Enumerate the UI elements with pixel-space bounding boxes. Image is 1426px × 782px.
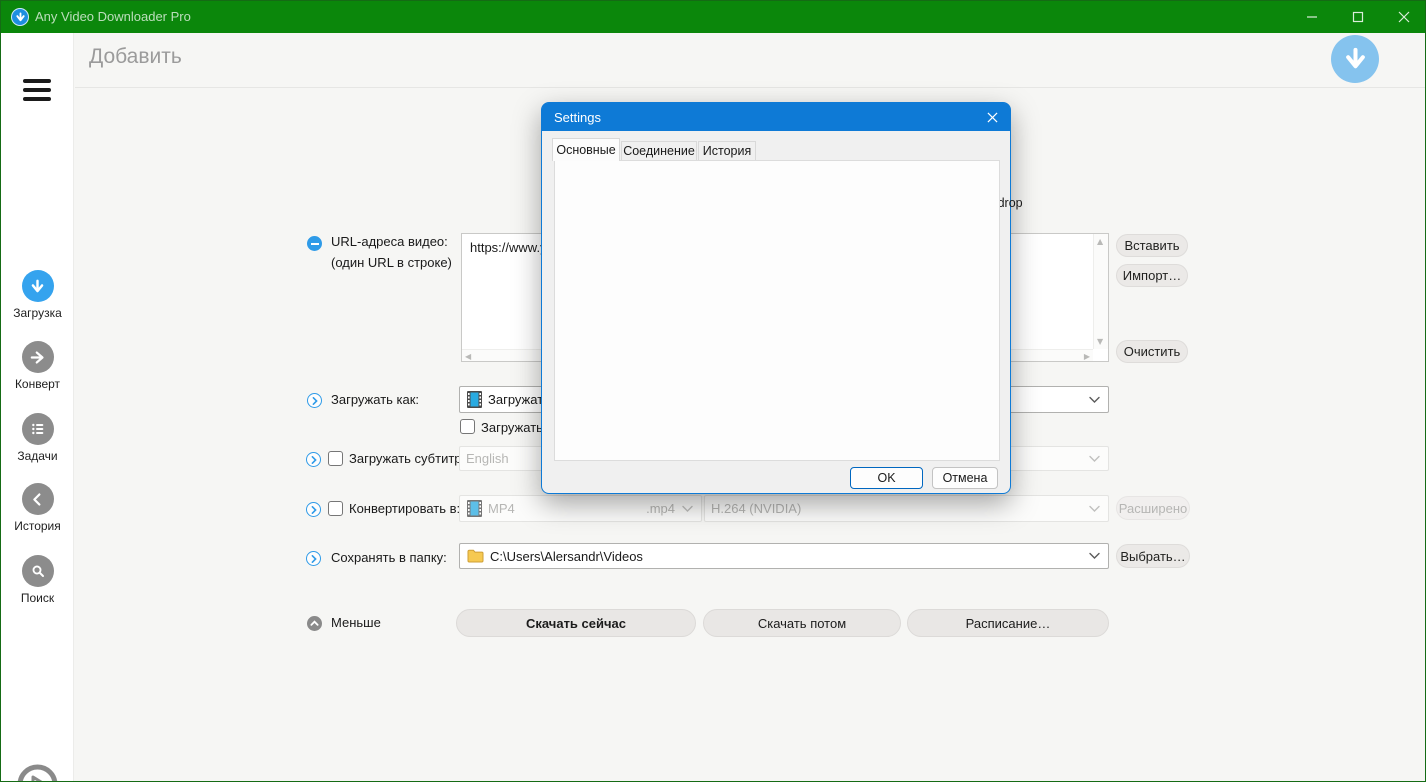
minimize-button[interactable] <box>1289 1 1335 33</box>
film-icon <box>467 391 482 408</box>
chevron-down-icon <box>1089 505 1100 512</box>
chevron-down-icon <box>682 505 693 512</box>
url-label: URL-адреса видео: <box>331 234 448 249</box>
advanced-button[interactable]: Расширено <box>1116 496 1190 520</box>
collapse-url-icon[interactable] <box>307 236 322 251</box>
download-now-button[interactable]: Скачать сейчас <box>456 609 696 637</box>
subtitles-checkbox[interactable] <box>328 451 343 466</box>
folder-icon <box>467 549 484 563</box>
ok-button[interactable]: OK <box>850 467 923 489</box>
savefolder-value: C:\Users\Alersandr\Videos <box>490 548 643 564</box>
sidebar-item-download[interactable]: Загрузка <box>1 270 74 320</box>
expand-savefolder-icon[interactable] <box>306 551 321 566</box>
app-window: Any Video Downloader Pro Загрузка Конвер… <box>0 0 1426 782</box>
sidebar-item-label: Конверт <box>14 377 61 391</box>
scroll-down-icon[interactable]: ▼ <box>1097 337 1103 346</box>
downloadas-label: Загружать как: <box>331 392 420 407</box>
format-combobox[interactable]: MP4 .mp4 <box>459 495 702 522</box>
maximize-button[interactable] <box>1335 1 1381 33</box>
sidebar-item-tasks[interactable]: Задачи <box>1 413 74 463</box>
savefolder-combobox[interactable]: C:\Users\Alersandr\Videos <box>459 543 1109 569</box>
scroll-up-icon[interactable]: ▲ <box>1097 237 1103 246</box>
scroll-right-icon[interactable]: ▶ <box>1084 352 1090 361</box>
chevron-down-icon <box>1089 396 1100 403</box>
app-logo-icon <box>11 8 29 26</box>
titlebar: Any Video Downloader Pro <box>1 1 1425 33</box>
tab-history[interactable]: История <box>698 141 756 161</box>
app-logo-large-icon <box>1331 35 1379 83</box>
convert-label: Конвертировать в: <box>349 501 461 516</box>
expand-convert-icon[interactable] <box>306 502 321 517</box>
sidebar-item-label: Поиск <box>20 591 55 605</box>
subtitles-value: English <box>466 451 509 466</box>
scroll-left-icon[interactable]: ◀ <box>465 352 471 361</box>
playlist-checkbox[interactable] <box>460 419 475 434</box>
download-icon <box>21 270 54 302</box>
window-title: Any Video Downloader Pro <box>35 9 191 24</box>
expand-subtitles-icon[interactable] <box>306 452 321 467</box>
schedule-button[interactable]: Расписание… <box>907 609 1109 637</box>
sidebar-item-label: Задачи <box>17 449 58 463</box>
dialog-close-icon[interactable] <box>980 106 1004 128</box>
browse-button[interactable]: Выбрать… <box>1116 544 1190 568</box>
less-label[interactable]: Меньше <box>331 615 381 630</box>
window-controls <box>1289 1 1425 33</box>
import-button[interactable]: Импорт… <box>1116 264 1188 287</box>
url-sublabel: (один URL в строке) <box>331 255 452 270</box>
search-icon <box>21 555 54 587</box>
film-icon <box>467 500 482 517</box>
format-value: MP4 <box>488 501 515 516</box>
sidebar: Загрузка Конверт Задачи История Поиск <box>1 33 74 781</box>
convert-icon <box>21 341 54 373</box>
header-divider <box>75 87 1425 88</box>
sidebar-item-search[interactable]: Поиск <box>1 555 74 605</box>
tab-general[interactable]: Основные <box>552 138 620 161</box>
history-icon <box>21 483 54 515</box>
clear-button[interactable]: Очистить <box>1116 340 1188 363</box>
menu-icon[interactable] <box>23 79 51 101</box>
chevron-down-icon <box>1089 455 1100 462</box>
download-later-button[interactable]: Скачать потом <box>703 609 901 637</box>
dialog-title: Settings <box>554 109 601 125</box>
tab-connection[interactable]: Соединение <box>621 141 697 161</box>
extension-value: .mp4 <box>646 501 675 516</box>
sidebar-item-label: Загрузка <box>13 306 62 320</box>
settings-dialog: Settings Основные Соединение История Уск… <box>541 102 1023 494</box>
savefolder-label: Сохранять в папку: <box>331 550 447 565</box>
sidebar-item-history[interactable]: История <box>1 483 74 533</box>
codec-value: H.264 (NVIDIA) <box>711 501 802 516</box>
dialog-titlebar: Settings <box>542 103 1010 131</box>
sidebar-item-convert[interactable]: Конверт <box>1 341 74 391</box>
tasks-icon <box>21 413 54 445</box>
convert-checkbox[interactable] <box>328 501 343 516</box>
page-title: Добавить <box>89 45 182 68</box>
codec-combobox[interactable]: H.264 (NVIDIA) <box>704 495 1109 522</box>
sidebar-item-label: История <box>14 519 61 533</box>
paste-button[interactable]: Вставить <box>1116 234 1188 257</box>
dialog-panel <box>554 160 1000 461</box>
play-icon[interactable] <box>17 764 58 781</box>
subtitles-label: Загружать субтитры: <box>349 451 475 466</box>
expand-downloadas-icon[interactable] <box>307 393 322 408</box>
cancel-button[interactable]: Отмена <box>932 467 998 489</box>
close-button[interactable] <box>1381 1 1425 33</box>
chevron-down-icon <box>1089 552 1100 560</box>
collapse-less-icon[interactable] <box>307 616 322 631</box>
vertical-scrollbar[interactable]: ▲ ▼ <box>1093 234 1108 349</box>
